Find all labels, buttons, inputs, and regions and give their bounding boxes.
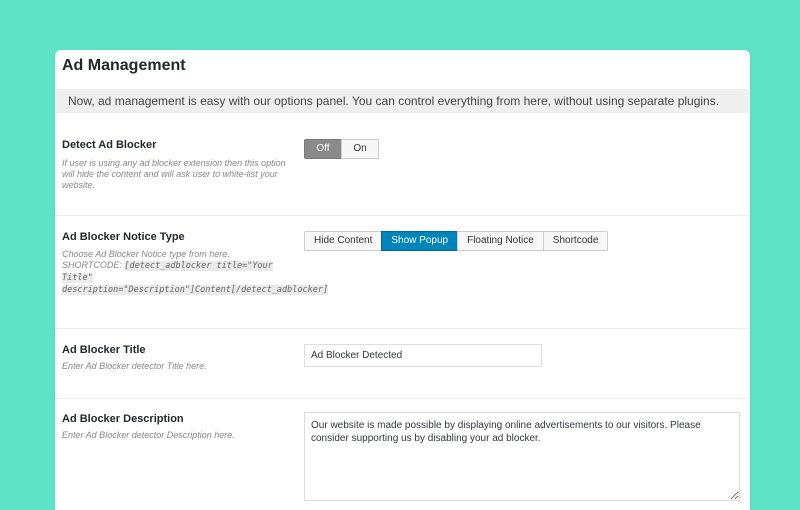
notice-type-description: Choose Ad Blocker Notice type from here.… [62,249,329,296]
ad-blocker-description-help: Enter Ad Blocker detector Description he… [62,430,235,440]
ad-blocker-title-label: Ad Blocker Title [62,344,146,356]
ad-management-panel: Ad Management Now, ad management is easy… [55,50,750,510]
floating-notice-button[interactable]: Floating Notice [457,231,544,251]
detect-ad-blocker-description: If user is using any ad blocker extensio… [62,158,286,190]
notice-type-row: Ad Blocker Notice Type Choose Ad Blocker… [55,215,750,329]
panel-title: Ad Management [62,57,186,74]
detect-ad-blocker-label-group: Detect Ad Blocker If user is using any a… [62,139,290,191]
info-notice: Now, ad management is easy with our opti… [56,89,749,113]
shortcode-button[interactable]: Shortcode [542,231,609,251]
ad-blocker-description-label-group: Ad Blocker Description Enter Ad Blocker … [62,413,290,441]
detect-ad-blocker-toggle: Off On [304,139,379,159]
ad-blocker-title-description: Enter Ad Blocker detector Title here. [62,361,207,371]
show-popup-button[interactable]: Show Popup [381,231,459,251]
ad-blocker-description-textarea[interactable]: Our website is made possible by displayi… [304,412,740,501]
ad-blocker-title-label-group: Ad Blocker Title Enter Ad Blocker detect… [62,344,290,372]
notice-type-title: Ad Blocker Notice Type [62,231,185,243]
ad-blocker-description-row: Ad Blocker Description Enter Ad Blocker … [55,398,750,510]
detect-ad-blocker-row: Detect Ad Blocker If user is using any a… [55,114,750,215]
ad-blocker-description-label: Ad Blocker Description [62,413,184,425]
notice-type-button-group: Hide Content Show Popup Floating Notice … [304,231,609,251]
detect-ad-blocker-title: Detect Ad Blocker [62,139,157,151]
ad-blocker-title-input[interactable] [304,344,542,367]
on-button[interactable]: On [341,139,379,159]
off-button[interactable]: Off [304,139,342,159]
ad-blocker-title-row: Ad Blocker Title Enter Ad Blocker detect… [55,328,750,399]
hide-content-button[interactable]: Hide Content [304,231,383,251]
notice-type-label-group: Ad Blocker Notice Type Choose Ad Blocker… [62,231,329,296]
